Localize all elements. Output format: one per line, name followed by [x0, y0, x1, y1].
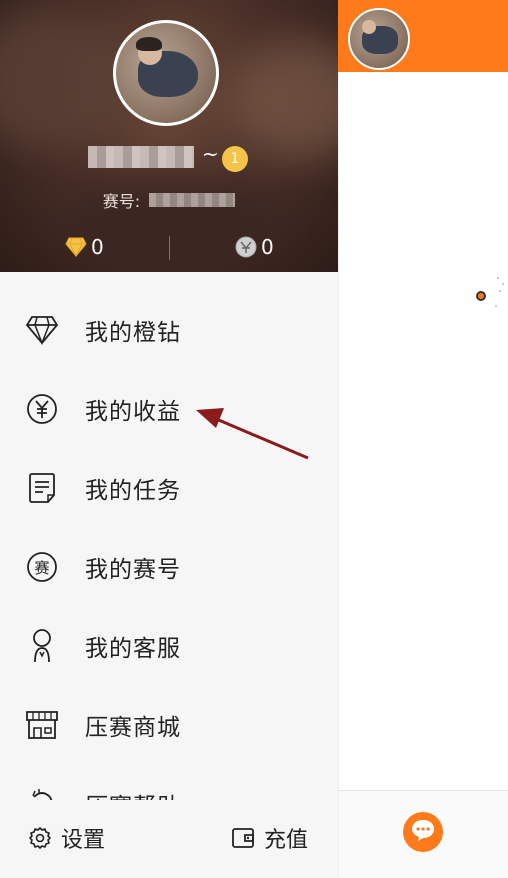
coin-count: 0: [261, 235, 274, 259]
diamond-count: 0: [91, 235, 104, 259]
customer-service-icon: [24, 628, 60, 664]
task-icon: [24, 470, 60, 506]
user-id-masked: [149, 193, 236, 207]
level-badge: 1: [222, 146, 248, 172]
background-blur: [0, 10, 130, 150]
menu-item-my-earnings[interactable]: 我的收益: [0, 369, 338, 448]
coin-icon: [235, 236, 257, 258]
profile-header: ~ 1 赛号: 0 0: [0, 0, 338, 272]
menu-item-label: 压赛商城: [85, 714, 181, 741]
header-avatar[interactable]: [348, 8, 410, 70]
user-id-row: 赛号:: [0, 188, 338, 212]
settings-button[interactable]: 设置: [27, 822, 105, 854]
drawer-bottom-bar: 设置 充值: [0, 800, 338, 878]
sai-badge-icon: 赛: [24, 549, 60, 585]
username-masked: [88, 146, 194, 168]
recharge-button[interactable]: 充值: [230, 822, 308, 854]
avatar-photo-hair: [136, 37, 162, 51]
menu-item-customer-service[interactable]: 我的客服: [0, 606, 338, 685]
loading-spinner-dot: [497, 277, 499, 279]
menu-item-store[interactable]: 压赛商城: [0, 685, 338, 764]
menu-item-label: 我的橙钻: [85, 319, 181, 346]
menu-item-my-tasks[interactable]: 我的任务: [0, 448, 338, 527]
chat-bubble-icon: [410, 818, 436, 846]
diamond-stat[interactable]: 0: [65, 232, 104, 262]
avatar[interactable]: [113, 20, 219, 126]
avatar-photo-head: [362, 20, 376, 34]
loading-spinner-dot: [502, 283, 504, 285]
menu-item-my-sai-id[interactable]: 赛 我的赛号: [0, 527, 338, 606]
loading-indicator: [476, 291, 486, 301]
background-blur: [230, 40, 338, 160]
menu-item-label: 我的收益: [85, 398, 181, 425]
user-id-label: 赛号:: [102, 192, 141, 211]
recharge-label: 充值: [264, 828, 309, 853]
menu-item-label: 我的赛号: [85, 556, 181, 583]
diamond-icon: [24, 312, 60, 348]
drawer-menu: 我的橙钻 我的收益 我的任务 赛 我的赛号 我的客服 压赛商城: [0, 290, 338, 843]
gear-icon: [27, 825, 53, 851]
menu-item-label: 我的任务: [85, 477, 181, 504]
loading-spinner-dot: [495, 305, 497, 307]
settings-label: 设置: [61, 828, 106, 853]
svg-text:赛: 赛: [34, 559, 49, 577]
stats-divider: [169, 236, 170, 260]
side-drawer: ~ 1 赛号: 0 0 我的橙钻 我的收益 我的任务 赛 我的赛号 我的客服 压…: [0, 0, 338, 878]
username-suffix: ~: [202, 142, 219, 166]
store-icon: [24, 707, 60, 743]
wallet-icon: [230, 825, 256, 851]
main-content: [338, 72, 508, 792]
menu-item-my-diamonds[interactable]: 我的橙钻: [0, 290, 338, 369]
menu-item-label: 我的客服: [85, 635, 181, 662]
coin-stat[interactable]: 0: [235, 232, 274, 262]
gold-diamond-icon: [65, 236, 87, 258]
chat-button[interactable]: [403, 812, 443, 852]
yuan-icon: [24, 391, 60, 427]
loading-spinner-dot: [499, 290, 501, 292]
